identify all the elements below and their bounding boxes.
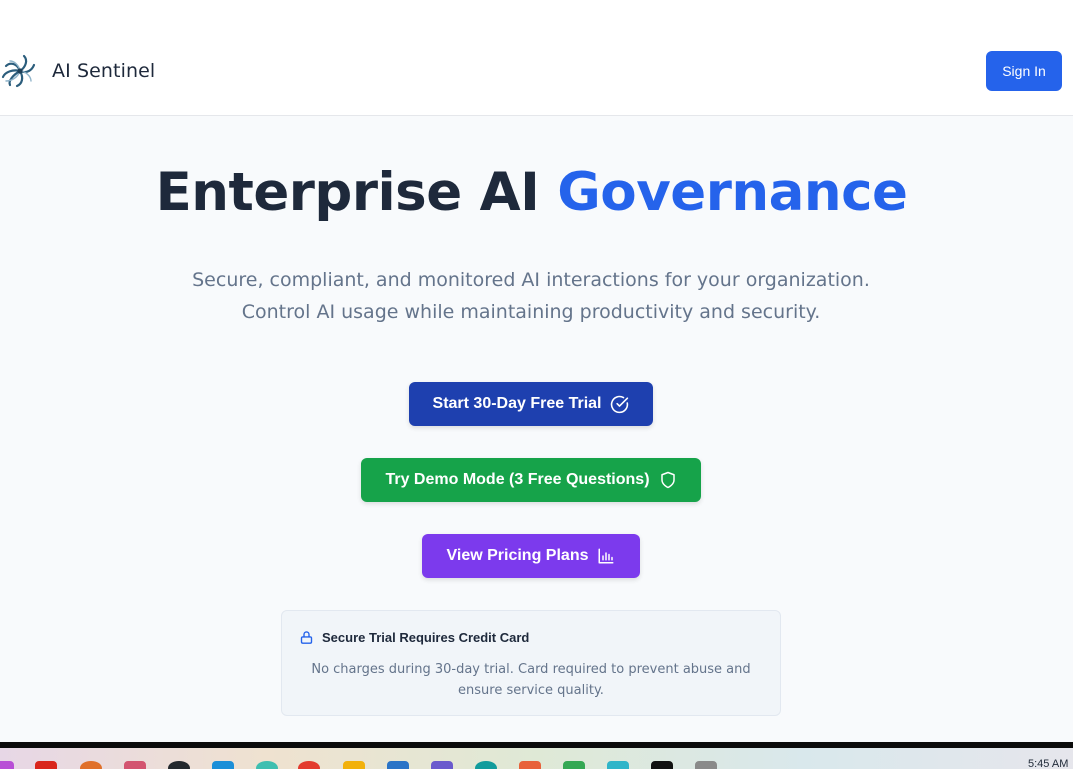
hero-title-main: Enterprise AI — [155, 162, 540, 223]
hero-title: Enterprise AI Governance — [0, 162, 1063, 223]
top-header: AI Sentinel Sign In — [0, 0, 1073, 116]
taskbar-app-icon[interactable] — [695, 761, 717, 769]
taskbar-app-icon[interactable] — [298, 761, 320, 769]
hero-subtitle: Secure, compliant, and monitored AI inte… — [192, 269, 870, 323]
hero-title-accent: Governance — [557, 162, 908, 223]
notice-header: Secure Trial Requires Credit Card — [299, 630, 529, 645]
taskbar-app-icon[interactable] — [431, 761, 453, 769]
brand-name: AI Sentinel — [52, 60, 156, 82]
check-circle-icon — [611, 395, 629, 413]
notice-title: Secure Trial Requires Credit Card — [322, 630, 530, 645]
taskbar-app-icon[interactable] — [563, 761, 585, 769]
start-free-trial-button[interactable]: Start 30-Day Free Trial — [409, 382, 653, 426]
taskbar-app-icon[interactable] — [607, 761, 629, 769]
credit-card-notice: Secure Trial Requires Credit Card No cha… — [281, 610, 781, 716]
taskbar-app-icon[interactable] — [212, 761, 234, 769]
taskbar-app-icon[interactable] — [519, 761, 541, 769]
taskbar-app-icon[interactable] — [343, 761, 365, 769]
ai-sentinel-logo-icon — [1, 54, 36, 88]
bar-chart-icon — [598, 548, 614, 564]
shield-icon — [660, 471, 675, 489]
taskbar-app-icon[interactable] — [475, 761, 497, 769]
taskbar-clock[interactable]: 5:45 AM — [1028, 758, 1068, 769]
taskbar-app-icon[interactable] — [35, 761, 57, 769]
taskbar-app-icon[interactable] — [256, 761, 278, 769]
taskbar-app-icon[interactable] — [168, 761, 190, 769]
view-pricing-plans-button[interactable]: View Pricing Plans — [422, 534, 640, 578]
taskbar-app-icon[interactable] — [387, 761, 409, 769]
try-demo-mode-button[interactable]: Try Demo Mode (3 Free Questions) — [361, 458, 701, 502]
taskbar-app-icon[interactable] — [0, 761, 14, 769]
lock-icon — [300, 631, 313, 644]
windows-taskbar: 5:45 AM — [0, 748, 1073, 769]
try-demo-mode-label: Try Demo Mode (3 Free Questions) — [385, 471, 650, 488]
taskbar-app-icon[interactable] — [80, 761, 102, 769]
start-free-trial-label: Start 30-Day Free Trial — [432, 395, 602, 412]
taskbar-app-icon[interactable] — [124, 761, 146, 769]
sign-in-button[interactable]: Sign In — [986, 51, 1062, 91]
taskbar-app-icon[interactable] — [651, 761, 673, 769]
view-pricing-plans-label: View Pricing Plans — [446, 547, 589, 564]
notice-body: No charges during 30-day trial. Card req… — [311, 662, 751, 698]
